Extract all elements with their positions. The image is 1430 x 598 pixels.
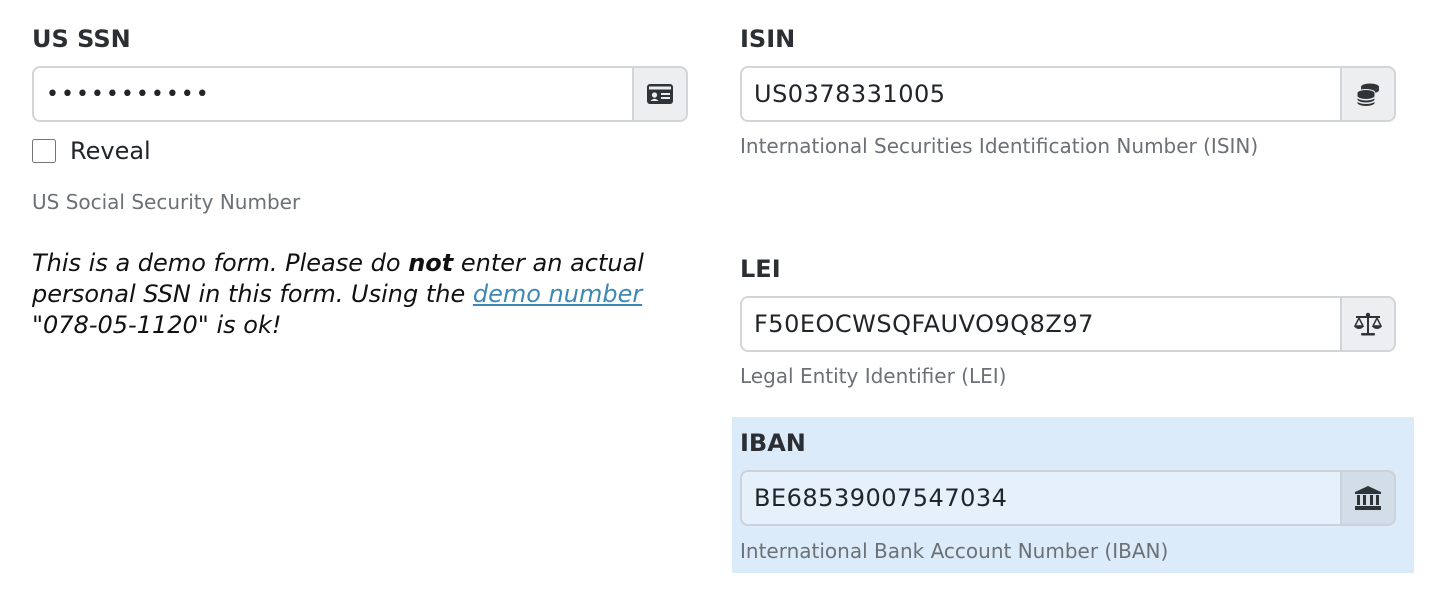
notice-text-1: This is a demo form. Please do [32,249,409,277]
isin-input-group [740,66,1396,122]
iban-input-group [740,470,1396,526]
iban-addon [1340,470,1396,526]
bank-icon [1355,486,1381,510]
lei-input[interactable] [740,296,1340,352]
balance-scale-icon [1353,312,1383,336]
lei-input-group [740,296,1396,352]
ssn-label: US SSN [32,25,131,53]
demo-number-link[interactable]: demo number [473,280,642,308]
coins-icon [1356,83,1379,107]
ssn-help-text: US Social Security Number [32,190,301,214]
reveal-toggle[interactable]: Reveal [32,136,151,166]
isin-help-text: International Securities Identification … [740,134,1259,158]
notice-text-3: "078-05-1120" is ok! [32,311,282,339]
isin-input[interactable] [740,66,1340,122]
id-card-icon [647,84,673,104]
ssn-input[interactable] [32,66,632,122]
iban-help-text: International Bank Account Number (IBAN) [740,539,1169,563]
lei-label: LEI [740,255,781,283]
reveal-checkbox[interactable] [32,139,56,163]
reveal-label[interactable]: Reveal [70,136,151,166]
isin-label: ISIN [740,25,796,53]
demo-notice: This is a demo form. Please do not enter… [32,248,688,341]
ssn-input-group [32,66,688,122]
lei-help-text: Legal Entity Identifier (LEI) [740,364,1007,388]
iban-input[interactable] [740,470,1340,526]
lei-addon [1340,296,1396,352]
ssn-addon [632,66,688,122]
isin-addon [1340,66,1396,122]
notice-emphasis: not [408,249,454,277]
iban-label: IBAN [740,429,806,457]
